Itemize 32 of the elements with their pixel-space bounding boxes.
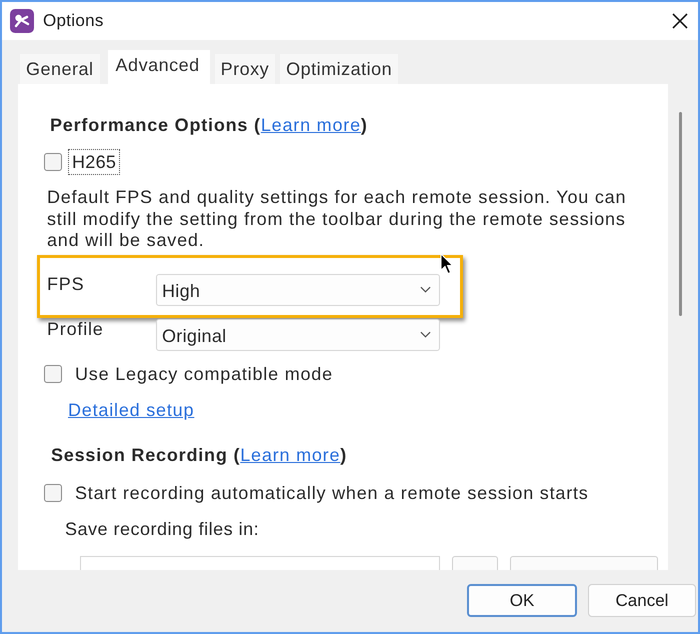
chevron-down-icon (420, 331, 431, 338)
app-icon (10, 9, 34, 33)
ok-button[interactable]: OK (467, 584, 577, 617)
tab[interactable]: Advanced (108, 50, 210, 84)
chevron-down-icon (420, 286, 431, 293)
scrollbar-thumb[interactable] (678, 112, 682, 316)
window-title: Options (43, 11, 104, 31)
checkbox[interactable] (44, 153, 62, 171)
description-text: Default FPS and quality settings for each remote session. You can still modify the setting from the toolbar during the remote sessions and will be saved. (47, 187, 628, 252)
close-icon (672, 13, 688, 29)
learn-more-link[interactable]: Learn more (260, 115, 361, 135)
tab[interactable]: Proxy (214, 54, 276, 84)
tab[interactable]: Optimization (280, 54, 398, 84)
tab[interactable]: General (20, 54, 100, 84)
mouse-pointer-icon (440, 253, 454, 275)
dropdown[interactable]: High (156, 274, 440, 306)
checkbox[interactable] (44, 364, 62, 382)
setting-label: Profile (47, 318, 105, 340)
checkbox-label[interactable]: H265 (68, 149, 120, 175)
checkbox[interactable] (44, 484, 62, 502)
path-field[interactable] (80, 556, 440, 570)
checkbox-label[interactable]: Use Legacy compatible mode (72, 362, 336, 386)
cancel-button[interactable]: Cancel (588, 584, 696, 617)
checkbox-label[interactable]: Start recording automatically when a remote session starts (72, 480, 592, 504)
field-label: Save recording files in: (65, 518, 260, 540)
section-heading: Session Recording (Learn more) (51, 444, 348, 466)
dropdown[interactable]: Original (156, 318, 440, 350)
close-button[interactable] (670, 11, 690, 31)
section-heading: Performance Options (Learn more) (50, 114, 368, 136)
detailed-setup-link[interactable]: Detailed setup (68, 400, 194, 420)
setting-label: FPS (47, 272, 86, 294)
learn-more-link[interactable]: Learn more (240, 444, 340, 464)
